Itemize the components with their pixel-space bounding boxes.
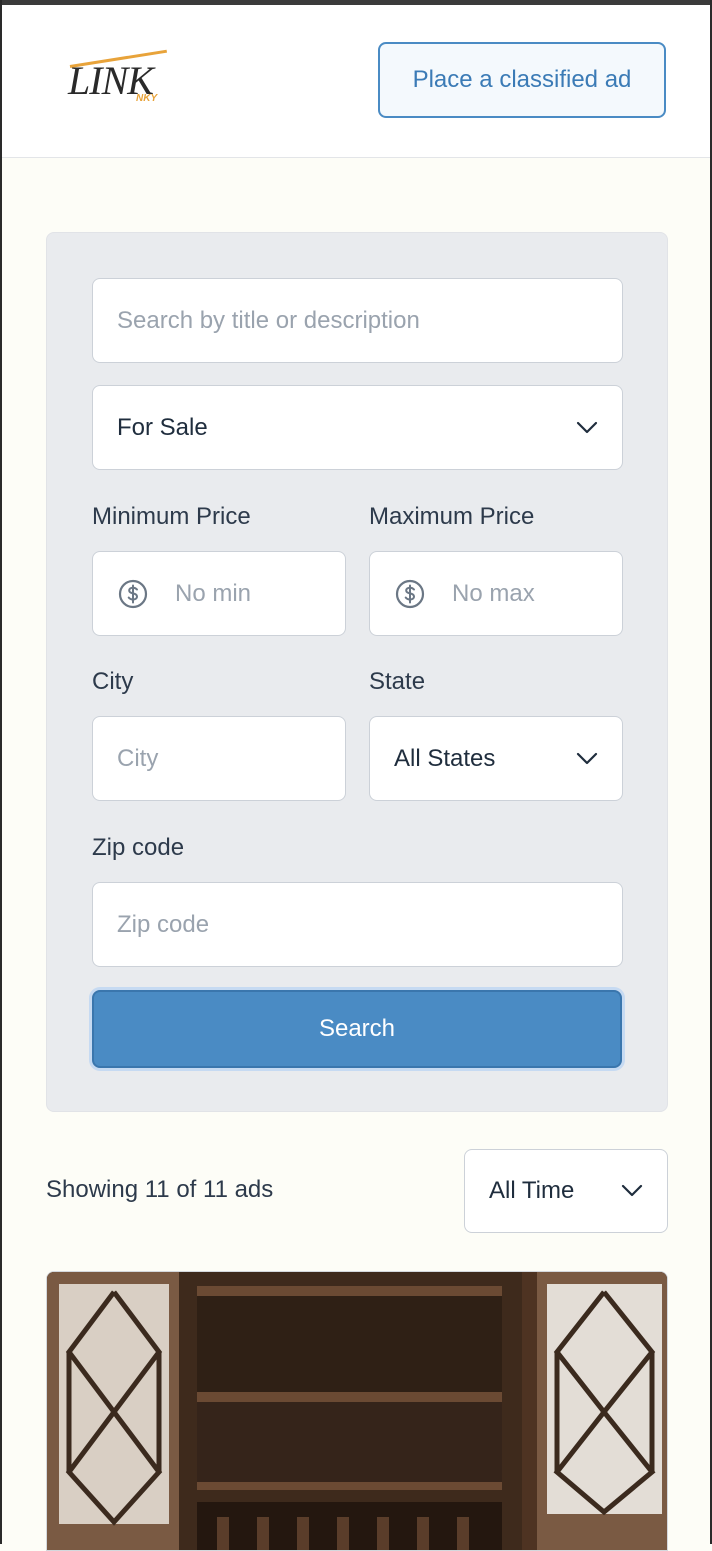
state-select-value: All States — [394, 744, 496, 772]
min-price-placeholder: No min — [175, 579, 252, 607]
logo-subtext: NKY — [136, 93, 158, 104]
site-header: LINK NKY Place a classified ad — [2, 5, 710, 158]
category-select[interactable]: For Sale — [92, 385, 623, 470]
search-input[interactable]: Search by title or description — [92, 278, 623, 363]
dollar-icon — [395, 579, 425, 608]
place-classified-ad-button[interactable]: Place a classified ad — [378, 42, 666, 118]
chevron-down-icon — [621, 1184, 643, 1197]
chevron-down-icon — [576, 752, 598, 764]
dollar-icon — [118, 579, 148, 608]
min-price-input[interactable]: No min — [92, 551, 346, 636]
time-filter-select[interactable]: All Time — [464, 1149, 668, 1233]
window-left-border — [0, 0, 2, 1544]
listing-image — [47, 1272, 667, 1550]
category-select-value: For Sale — [117, 413, 208, 441]
listing-card[interactable] — [46, 1271, 668, 1551]
site-logo[interactable]: LINK NKY — [64, 49, 174, 121]
chevron-down-icon — [576, 421, 598, 433]
city-input-placeholder: City — [117, 744, 159, 772]
city-input[interactable]: City — [92, 716, 346, 801]
state-label: State — [369, 668, 426, 695]
search-input-placeholder: Search by title or description — [117, 306, 420, 334]
max-price-input[interactable]: No max — [369, 551, 623, 636]
time-filter-value: All Time — [489, 1177, 575, 1204]
search-filter-panel: Search by title or description For Sale … — [46, 232, 668, 1112]
max-price-label: Maximum Price — [369, 503, 535, 530]
zip-code-label: Zip code — [92, 834, 185, 861]
zip-code-input[interactable]: Zip code — [92, 882, 623, 967]
max-price-placeholder: No max — [452, 579, 535, 607]
city-label: City — [92, 668, 134, 695]
min-price-label: Minimum Price — [92, 503, 251, 530]
zip-code-placeholder: Zip code — [117, 910, 210, 938]
results-count-text: Showing 11 of 11 ads — [46, 1176, 274, 1203]
state-select[interactable]: All States — [369, 716, 623, 801]
search-button[interactable]: Search — [92, 990, 622, 1068]
